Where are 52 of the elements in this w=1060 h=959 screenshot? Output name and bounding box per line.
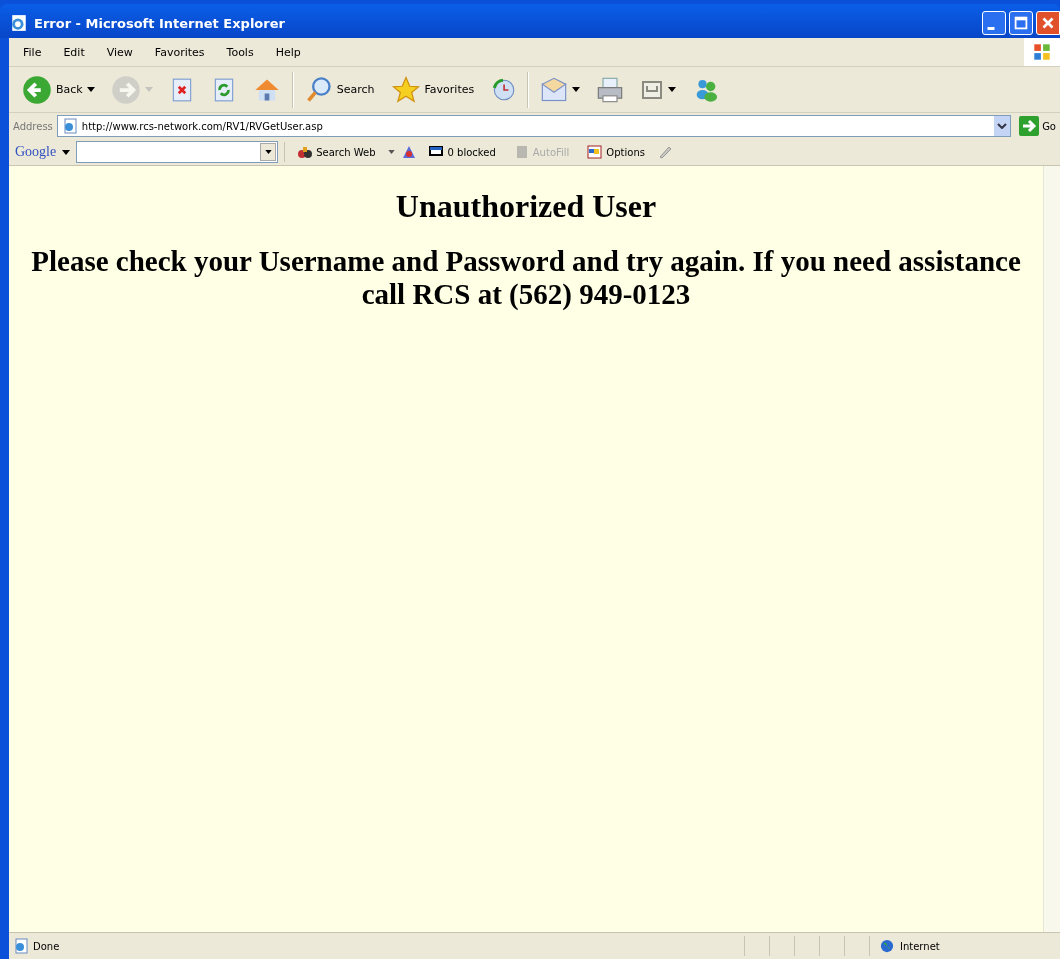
dropdown-arrow-icon	[144, 87, 153, 92]
menu-item[interactable]: Favorites	[154, 45, 205, 59]
zone-label: Internet	[900, 940, 940, 952]
mail-icon	[540, 75, 569, 104]
toolbar-button[interactable]: Back	[17, 72, 100, 107]
globe-icon	[880, 939, 894, 953]
page-heading: Unauthorized User	[394, 188, 658, 225]
chevron-down-icon	[997, 123, 1008, 129]
caret-icon	[62, 149, 71, 155]
star-icon	[390, 74, 421, 105]
maximize-button[interactable]	[1009, 11, 1033, 35]
dropdown-arrow-icon	[86, 87, 95, 92]
toolbar-button[interactable]: Favorites	[385, 72, 480, 107]
page-icon	[61, 118, 78, 134]
minimize-icon	[987, 26, 995, 30]
search-web-button[interactable]: Search Web	[291, 144, 382, 160]
history-icon	[490, 76, 517, 103]
page-icon	[13, 938, 29, 954]
maximize-icon	[1012, 14, 1030, 32]
caret-icon	[387, 150, 395, 154]
menu-item[interactable]: File	[23, 45, 42, 59]
caret-icon	[264, 150, 272, 154]
binoculars-icon	[297, 144, 314, 160]
menu-item[interactable]: Tools	[226, 45, 254, 59]
error-message: Please check your Username and Password and try again. If you need assistance call RCS at (562) 949-0123	[30, 245, 1022, 312]
window-title: Error - Microsoft Internet Explorer	[34, 15, 286, 31]
dropdown-button[interactable]	[260, 143, 277, 161]
dropdown-button[interactable]	[994, 116, 1011, 136]
go-arrow-icon	[1019, 116, 1040, 136]
search-icon	[304, 75, 333, 104]
google-logo[interactable]: Google	[15, 144, 57, 160]
toolbar-button[interactable]: Search	[299, 73, 380, 106]
dropdown-arrow-icon	[572, 87, 581, 92]
windows-flag-icon	[1031, 41, 1053, 63]
close-button[interactable]	[1036, 11, 1060, 35]
ie-page-icon	[10, 14, 28, 32]
go-button[interactable]: Go	[1015, 116, 1060, 136]
search-field[interactable]	[76, 141, 279, 163]
scrollbar[interactable]	[1043, 166, 1060, 932]
dropdown-arrow-icon	[668, 87, 677, 92]
status-text: Done	[33, 940, 61, 952]
options-button[interactable]: Options	[581, 144, 651, 160]
menu-item[interactable]: View	[106, 45, 133, 59]
menu-item[interactable]: Help	[275, 45, 301, 59]
address-label: Address	[13, 120, 53, 132]
options-icon	[587, 144, 604, 160]
news-icon[interactable]	[400, 144, 417, 160]
printer-icon	[596, 75, 625, 104]
popup-blocker-button[interactable]: 0 blocked	[422, 144, 502, 160]
minimize-button[interactable]	[982, 11, 1006, 35]
address-field[interactable]: http://www.rcs-network.com/RV1/RVGetUser.asp	[56, 115, 1012, 137]
menu-item[interactable]: Edit	[63, 45, 85, 59]
